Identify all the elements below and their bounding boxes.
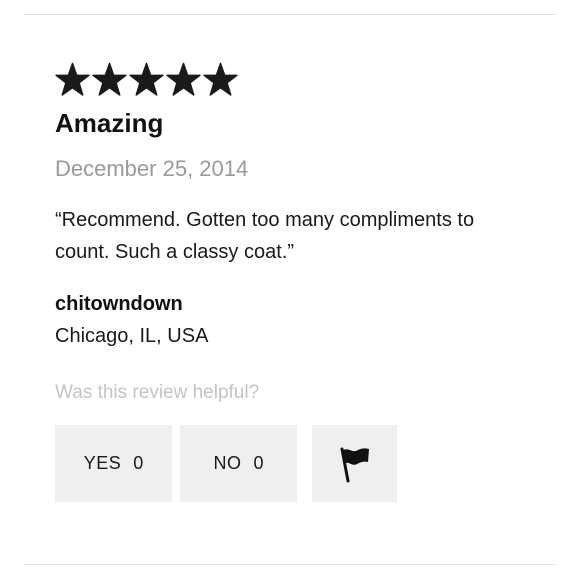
no-button[interactable]: NO 0 bbox=[180, 425, 297, 502]
helpful-prompt: Was this review helpful? bbox=[55, 382, 260, 403]
review-body: “Recommend. Gotten too many compliments … bbox=[55, 209, 475, 263]
star-icon bbox=[166, 62, 201, 97]
bottom-divider bbox=[24, 564, 556, 565]
no-label: NO bbox=[213, 453, 242, 473]
star-rating bbox=[55, 62, 535, 98]
no-count: 0 bbox=[253, 453, 264, 473]
author-name: chitowndown bbox=[55, 293, 183, 315]
review-date: December 25, 2014 bbox=[55, 156, 249, 181]
star-icon bbox=[203, 62, 238, 97]
review-actions: YES 0 NO 0 bbox=[55, 425, 535, 502]
review-title: Amazing bbox=[55, 108, 164, 138]
flag-button[interactable] bbox=[312, 425, 397, 502]
yes-label: YES bbox=[83, 453, 122, 473]
yes-button[interactable]: YES 0 bbox=[55, 425, 172, 502]
flag-icon bbox=[338, 445, 372, 483]
star-icon bbox=[92, 62, 127, 97]
review-card: Amazing December 25, 2014 “Recommend. Go… bbox=[55, 62, 535, 502]
yes-count: 0 bbox=[133, 453, 144, 473]
author-location: Chicago, IL, USA bbox=[55, 325, 209, 347]
top-divider bbox=[24, 14, 556, 15]
star-icon bbox=[55, 62, 90, 97]
star-icon bbox=[129, 62, 164, 97]
